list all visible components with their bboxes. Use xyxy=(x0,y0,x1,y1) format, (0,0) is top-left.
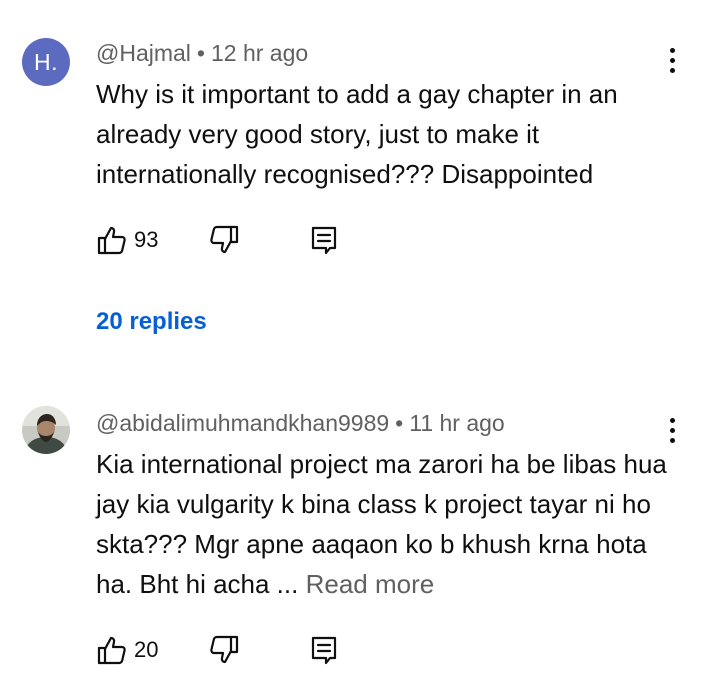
comment-timestamp: 12 hr ago xyxy=(210,40,309,66)
reply-button[interactable] xyxy=(308,630,340,670)
comment-timestamp: 11 hr ago xyxy=(409,410,505,436)
read-more-link[interactable]: Read more xyxy=(306,569,435,599)
comment-author[interactable]: @abidalimuhmandkhan9989 xyxy=(96,410,389,436)
thumbs-up-icon xyxy=(97,226,126,255)
comment-meta: @abidalimuhmandkhan9989 • 11 hr ago xyxy=(96,410,505,437)
dislike-button[interactable] xyxy=(208,220,240,260)
like-count: 20 xyxy=(134,637,159,662)
dislike-button[interactable] xyxy=(208,630,240,670)
like-button[interactable]: 93 xyxy=(96,220,158,260)
avatar[interactable] xyxy=(22,406,70,454)
comment-author[interactable]: @Hajmal xyxy=(96,40,191,66)
comment-actions: 93 xyxy=(96,220,416,260)
comment-meta: @Hajmal • 12 hr ago xyxy=(96,40,308,67)
avatar[interactable]: H. xyxy=(22,38,70,86)
thumbs-down-icon xyxy=(210,225,239,254)
separator-dot: • xyxy=(395,410,404,436)
comment-text: Why is it important to add a gay chapter… xyxy=(96,79,618,189)
comment: H. @Hajmal • 12 hr ago Why is it important… xyxy=(0,0,720,400)
reply-icon xyxy=(311,636,337,665)
avatar-initials: H. xyxy=(34,48,58,75)
comment-actions: 20 xyxy=(96,630,416,670)
reply-icon xyxy=(311,226,337,255)
thumbs-up-icon xyxy=(97,636,126,665)
like-count: 93 xyxy=(134,227,159,252)
comment-text: Kia international project ma zarori ha b… xyxy=(96,444,686,604)
view-replies-link[interactable]: 20 replies xyxy=(96,308,207,336)
more-vert-icon[interactable] xyxy=(658,42,686,78)
reply-button[interactable] xyxy=(308,220,340,260)
like-button[interactable]: 20 xyxy=(96,630,158,670)
avatar-photo xyxy=(22,406,70,454)
more-vert-icon[interactable] xyxy=(658,412,686,448)
separator-dot: • xyxy=(196,40,205,66)
comment: @abidalimuhmandkhan9989 • 11 hr ago Kia in… xyxy=(0,400,720,690)
thumbs-down-icon xyxy=(210,635,239,664)
